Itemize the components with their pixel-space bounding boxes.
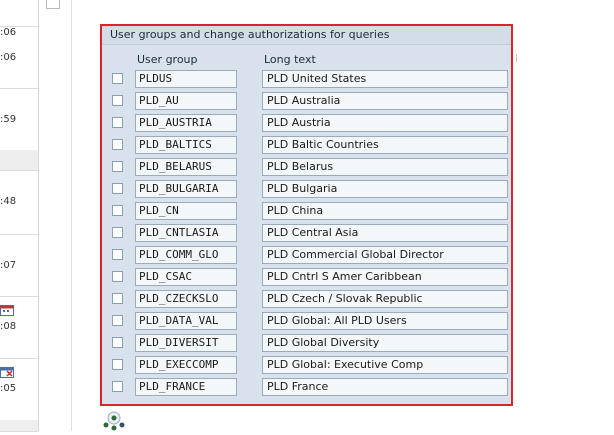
user-group-field[interactable]: PLD_AUSTRIA [135, 114, 237, 132]
column-header-long-text: Long text [264, 53, 316, 66]
table-row[interactable]: PLD_BELARUS PLD Belarus [102, 157, 511, 179]
row-checkbox[interactable] [112, 73, 123, 84]
table-row[interactable]: PLD_AUSTRIA PLD Austria [102, 113, 511, 135]
list-item[interactable]: :06 [0, 26, 38, 89]
list-item-time: :08 [0, 321, 17, 332]
user-group-field[interactable]: PLD_CN [135, 202, 237, 220]
table-row[interactable]: PLD_COMM_GLO PLD Commercial Global Direct… [102, 245, 511, 267]
table-row[interactable]: PLD_DIVERSIT PLD Global Diversity [102, 333, 511, 355]
table-row[interactable]: PLD_DATA_VAL PLD Global: All PLD Users [102, 311, 511, 333]
list-item[interactable]: :05 [0, 358, 38, 421]
user-group-field[interactable]: PLD_EXECCOMP [135, 356, 237, 374]
user-group-field[interactable]: PLD_DIVERSIT [135, 334, 237, 352]
long-text-field[interactable]: PLD Czech / Slovak Republic [262, 290, 508, 308]
user-groups-dialog: User groups and change authorizations fo… [100, 24, 513, 406]
long-text-field[interactable]: PLD Austria [262, 114, 508, 132]
long-text-field[interactable]: PLD Bulgaria [262, 180, 508, 198]
user-group-field[interactable]: PLD_AU [135, 92, 237, 110]
table-row[interactable]: PLDUS PLD United States [102, 69, 511, 91]
long-text-field[interactable]: PLD United States [262, 70, 508, 88]
row-checkbox[interactable] [112, 337, 123, 348]
user-group-field[interactable]: PLD_BULGARIA [135, 180, 237, 198]
row-checkbox[interactable] [112, 381, 123, 392]
row-checkbox[interactable] [112, 139, 123, 150]
calendar-icon [0, 304, 14, 316]
row-checkbox[interactable] [112, 227, 123, 238]
row-checkbox[interactable] [112, 271, 123, 282]
list-item-time: :07 [0, 260, 17, 271]
left-list-strip: :06 :06 :59 :48 :07 :08 :05 [0, 0, 39, 432]
list-item-time: :05 [0, 383, 17, 394]
dialog-title: User groups and change authorizations fo… [102, 26, 511, 45]
long-text-field[interactable]: PLD Global: All PLD Users [262, 312, 508, 330]
long-text-field[interactable]: PLD Australia [262, 92, 508, 110]
row-checkbox[interactable] [112, 95, 123, 106]
row-checkbox[interactable] [112, 359, 123, 370]
user-group-field[interactable]: PLD_CSAC [135, 268, 237, 286]
list-item[interactable] [0, 150, 38, 171]
row-checkbox[interactable] [112, 161, 123, 172]
user-group-field[interactable]: PLD_DATA_VAL [135, 312, 237, 330]
table-row[interactable]: PLD_EXECCOMP PLD Global: Executive Comp [102, 355, 511, 377]
list-item-time: :59 [0, 114, 17, 125]
table-row[interactable]: PLD_FRANCE PLD France [102, 377, 511, 399]
column-header-user-group: User group [137, 53, 198, 66]
user-group-field[interactable]: PLD_BALTICS [135, 136, 237, 154]
list-item-time: :48 [0, 196, 17, 207]
long-text-field[interactable]: PLD China [262, 202, 508, 220]
org-network-icon[interactable] [100, 411, 132, 431]
table-row[interactable]: PLD_BULGARIA PLD Bulgaria [102, 179, 511, 201]
long-text-field[interactable]: PLD Global Diversity [262, 334, 508, 352]
user-group-field[interactable]: PLD_FRANCE [135, 378, 237, 396]
row-checkbox[interactable] [112, 249, 123, 260]
user-group-field[interactable]: PLD_BELARUS [135, 158, 237, 176]
resize-marker [513, 54, 517, 62]
long-text-field[interactable]: PLD Baltic Countries [262, 136, 508, 154]
table-row[interactable]: PLD_CZECKSLO PLD Czech / Slovak Republic [102, 289, 511, 311]
long-text-field[interactable]: PLD Central Asia [262, 224, 508, 242]
long-text-field[interactable]: PLD Global: Executive Comp [262, 356, 508, 374]
list-item[interactable]: :06 [0, 0, 38, 38]
row-checkbox[interactable] [112, 183, 123, 194]
list-item[interactable]: :48 [0, 170, 38, 235]
table-row[interactable]: PLD_CNTLASIA PLD Central Asia [102, 223, 511, 245]
row-checkbox[interactable] [112, 205, 123, 216]
table-row[interactable]: PLD_AU PLD Australia [102, 91, 511, 113]
table-row[interactable]: PLD_CSAC PLD Cntrl S Amer Caribbean [102, 267, 511, 289]
scroll-handle[interactable] [46, 0, 60, 9]
table-row[interactable]: PLD_BALTICS PLD Baltic Countries [102, 135, 511, 157]
user-group-field[interactable]: PLD_CNTLASIA [135, 224, 237, 242]
divider [71, 0, 72, 431]
user-group-field[interactable]: PLD_COMM_GLO [135, 246, 237, 264]
long-text-field[interactable]: PLD France [262, 378, 508, 396]
long-text-field[interactable]: PLD Cntrl S Amer Caribbean [262, 268, 508, 286]
list-item[interactable]: :59 [0, 88, 38, 151]
list-item[interactable]: :07 [0, 234, 38, 297]
long-text-field[interactable]: PLD Commercial Global Director [262, 246, 508, 264]
row-checkbox[interactable] [112, 293, 123, 304]
list-item-time: :06 [0, 52, 17, 63]
list-item[interactable]: :08 [0, 296, 38, 359]
long-text-field[interactable]: PLD Belarus [262, 158, 508, 176]
row-checkbox[interactable] [112, 315, 123, 326]
row-checkbox[interactable] [112, 117, 123, 128]
list-item[interactable] [0, 420, 38, 432]
user-group-field[interactable]: PLD_CZECKSLO [135, 290, 237, 308]
table-row[interactable]: PLD_CN PLD China [102, 201, 511, 223]
calendar-delete-icon [0, 366, 14, 378]
user-group-field[interactable]: PLDUS [135, 70, 237, 88]
